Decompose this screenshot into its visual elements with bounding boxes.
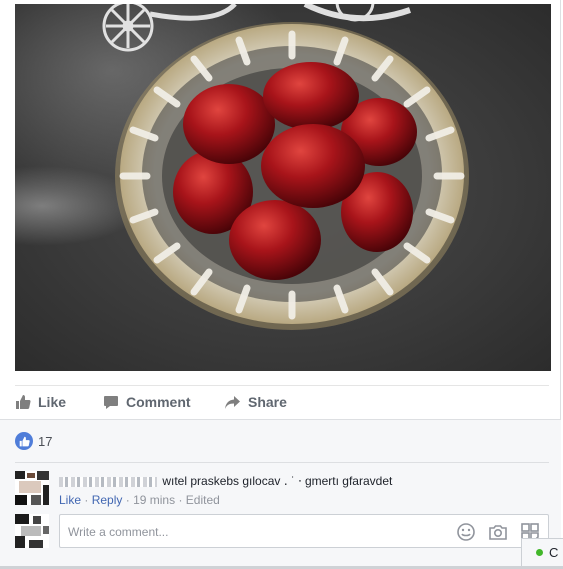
reaction-count: 17	[38, 433, 53, 449]
comments-section: 17 wıtel praskebs gılocav ․ ˙ ⸱ gmertı g…	[0, 419, 561, 567]
comment-composer	[15, 514, 549, 552]
comment-body: wıtel praskebs gılocav ․ ˙ ⸱ gmertı gfar…	[59, 473, 392, 508]
share-button[interactable]: Share	[224, 386, 287, 418]
comment-timestamp[interactable]: 19 mins	[133, 493, 175, 507]
comment-input-box[interactable]	[59, 514, 549, 549]
like-button[interactable]: Like	[15, 386, 101, 418]
comment-author-name[interactable]	[59, 476, 157, 487]
comment-label: Comment	[126, 394, 191, 410]
share-arrow-icon	[224, 395, 241, 410]
comment-like-link[interactable]: Like	[59, 493, 81, 507]
comment-input[interactable]	[66, 515, 450, 549]
post-action-bar: Like Comment Share	[15, 385, 549, 418]
thumbs-up-icon	[15, 432, 33, 450]
avatar[interactable]	[15, 471, 49, 505]
comment-meta: Like · Reply · 19 mins · Edited	[59, 492, 392, 508]
post-photo[interactable]	[15, 4, 551, 371]
camera-icon[interactable]	[488, 522, 508, 542]
online-status-icon	[536, 549, 543, 556]
emoji-icon[interactable]	[456, 522, 476, 542]
avatar	[15, 514, 49, 548]
post-card: Like Comment Share 17 wıtel praskebs gıl…	[0, 0, 561, 567]
reaction-summary[interactable]: 17	[15, 432, 52, 450]
separator: ·	[84, 493, 89, 507]
chat-tab[interactable]: C	[521, 538, 563, 566]
thumbs-up-icon	[15, 394, 31, 410]
like-label: Like	[38, 394, 67, 410]
share-label: Share	[248, 394, 287, 410]
comment-reply-link[interactable]: Reply	[92, 493, 123, 507]
red-eggs-in-basket-image	[102, 4, 469, 330]
divider	[15, 462, 549, 463]
separator: ·	[125, 493, 130, 507]
comment-text: wıtel praskebs gılocav ․ ˙ ⸱ gmertı gfar…	[162, 474, 393, 488]
comment-bubble-icon	[103, 394, 119, 410]
chat-label: C	[549, 545, 559, 560]
comment-edited-label[interactable]: Edited	[186, 493, 220, 507]
comment-button[interactable]: Comment	[101, 386, 224, 418]
separator: ·	[178, 493, 183, 507]
comment-item: wıtel praskebs gılocav ․ ˙ ⸱ gmertı gfar…	[15, 471, 549, 511]
